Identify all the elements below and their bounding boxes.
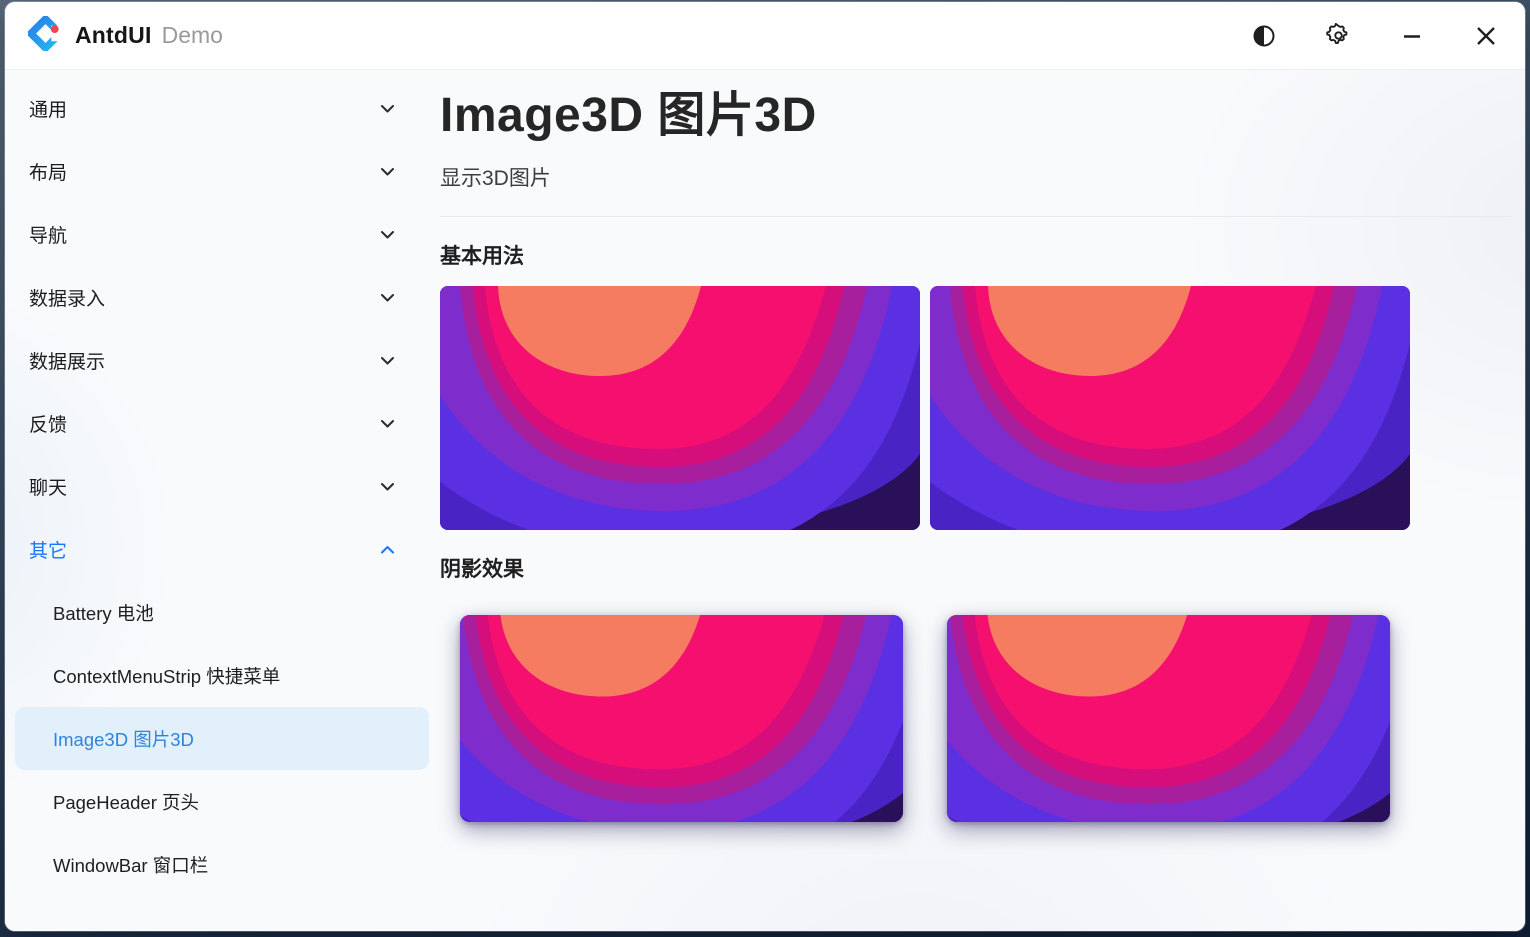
theme-contrast-icon <box>1252 24 1276 48</box>
page-subtitle: 显示3D图片 <box>440 162 1511 192</box>
shadow-effect-image-row <box>460 615 1511 822</box>
image3d-shadow-preview-1[interactable] <box>460 615 903 822</box>
sidebar-item-battery[interactable]: Battery 电池 <box>15 581 429 644</box>
theme-toggle-button[interactable] <box>1235 13 1293 59</box>
sidebar-group-label: 数据录入 <box>29 284 105 311</box>
chevron-down-icon <box>379 352 396 369</box>
sidebar-item-image3d[interactable]: Image3D 图片3D <box>15 707 429 770</box>
app-title: AntdUI <box>75 22 152 49</box>
sidebar-group-data-display[interactable]: 数据展示 <box>5 329 430 392</box>
app-window: AntdUI Demo <box>5 2 1525 931</box>
chevron-down-icon <box>379 415 396 432</box>
minimize-icon <box>1401 25 1423 47</box>
sidebar-group-label: 导航 <box>29 221 67 248</box>
sidebar-group-data-entry[interactable]: 数据录入 <box>5 266 430 329</box>
app-brand: AntdUI Demo <box>28 16 223 56</box>
sidebar-item-label: ContextMenuStrip 快捷菜单 <box>53 663 280 689</box>
header-divider <box>440 216 1511 217</box>
title-bar[interactable]: AntdUI Demo <box>5 2 1525 70</box>
close-icon <box>1474 24 1498 48</box>
sidebar-group-label: 聊天 <box>29 473 67 500</box>
chevron-down-icon <box>379 100 396 117</box>
chevron-down-icon <box>379 478 396 495</box>
sidebar-item-label: PageHeader 页头 <box>53 789 199 815</box>
minimize-button[interactable] <box>1383 13 1441 59</box>
section-heading-shadow-effect: 阴影效果 <box>440 553 1511 583</box>
sidebar-item-label: WindowBar 窗口栏 <box>53 852 208 878</box>
chevron-down-icon <box>379 163 396 180</box>
sidebar-group-chat[interactable]: 聊天 <box>5 455 430 518</box>
sidebar-item-contextmenustrip[interactable]: ContextMenuStrip 快捷菜单 <box>15 644 429 707</box>
sidebar-group-general[interactable]: 通用 <box>5 77 430 140</box>
gear-icon <box>1326 23 1351 48</box>
sidebar-group-label: 布局 <box>29 158 67 185</box>
sidebar-item-label: Image3D 图片3D <box>53 726 194 752</box>
sidebar-group-label: 数据展示 <box>29 347 105 374</box>
sidebar-item-label: Battery 电池 <box>53 600 154 626</box>
sidebar-item-pageheader[interactable]: PageHeader 页头 <box>15 770 429 833</box>
page-title: Image3D 图片3D <box>440 84 1511 147</box>
sidebar-group-label: 通用 <box>29 95 67 122</box>
section-heading-basic-usage: 基本用法 <box>440 240 1511 270</box>
chevron-down-icon <box>379 289 396 306</box>
sidebar-group-other[interactable]: 其它 <box>5 518 430 581</box>
sidebar-group-label: 反馈 <box>29 410 67 437</box>
app-title-suffix: Demo <box>162 22 223 49</box>
image3d-preview-1[interactable] <box>440 286 920 530</box>
sidebar-item-windowbar[interactable]: WindowBar 窗口栏 <box>15 833 429 896</box>
sidebar-group-navigation[interactable]: 导航 <box>5 203 430 266</box>
sidebar-group-feedback[interactable]: 反馈 <box>5 392 430 455</box>
image3d-shadow-preview-2[interactable] <box>947 615 1390 822</box>
chevron-up-icon <box>379 541 396 558</box>
chevron-down-icon <box>379 226 396 243</box>
sidebar-nav: 通用 布局 导航 数据录入 数据展示 反馈 <box>5 70 430 931</box>
app-logo-icon <box>28 16 63 56</box>
close-button[interactable] <box>1457 13 1515 59</box>
sidebar-group-label: 其它 <box>29 536 67 563</box>
basic-usage-image-row <box>440 286 1511 530</box>
sidebar-group-layout[interactable]: 布局 <box>5 140 430 203</box>
image3d-preview-2[interactable] <box>930 286 1410 530</box>
settings-button[interactable] <box>1309 13 1367 59</box>
main-content: Image3D 图片3D 显示3D图片 基本用法 阴影效果 <box>430 70 1525 931</box>
